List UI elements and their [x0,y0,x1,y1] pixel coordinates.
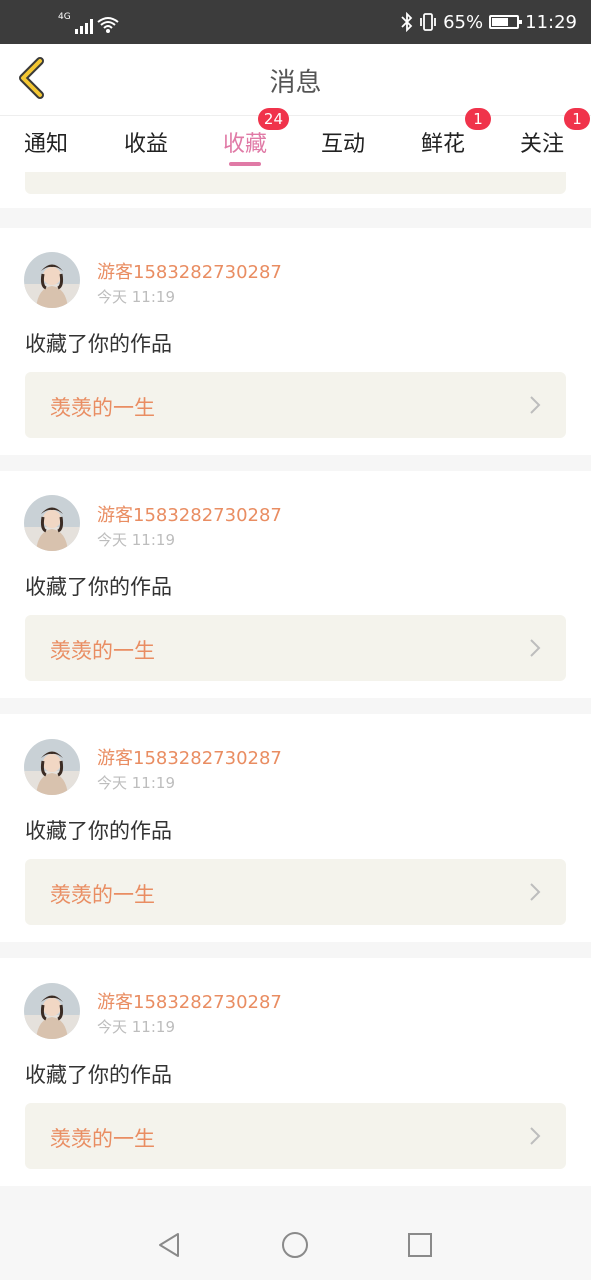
user-avatar[interactable] [24,495,80,551]
chevron-right-icon [530,396,541,414]
work-card[interactable]: 羡羡的一生 [25,615,566,681]
chevron-right-icon [530,1127,541,1145]
wifi-icon [97,17,119,33]
status-right: 65% 11:29 [401,0,577,44]
tab-label: 收益 [124,132,169,157]
tab-follow[interactable]: 关注 1 [520,108,591,158]
action-text: 收藏了你的作品 [25,575,172,599]
triangle-back-icon[interactable] [154,1230,184,1260]
user-avatar[interactable] [24,252,80,308]
signal-area: 4G [58,10,119,34]
user-avatar[interactable] [24,739,80,795]
unread-badge: 1 [465,108,492,130]
battery-percent: 65% [443,11,484,33]
username[interactable]: 游客1583282730287 [97,501,282,527]
work-title: 羡羡的一生 [50,639,155,663]
chevron-right-icon [530,883,541,901]
clock: 11:29 [525,11,577,33]
action-text: 收藏了你的作品 [25,332,172,356]
chevron-right-icon [530,639,541,657]
tab-favorites[interactable]: 收藏 24 [223,108,290,166]
unread-badge: 24 [257,108,290,130]
tab-label: 通知 [24,132,69,157]
username[interactable]: 游客1583282730287 [97,258,282,284]
signal-icon [74,18,93,34]
bluetooth-icon [401,12,413,32]
list-item: 游客1583282730287 今天 11:19 收藏了你的作品 羡羡的一生 [0,471,591,698]
tab-label: 收藏 [223,132,268,157]
tab-label: 关注 [520,132,565,157]
network-type: 4G [58,12,71,22]
work-title: 羡羡的一生 [50,1127,155,1151]
work-card[interactable]: 羡羡的一生 [25,859,566,925]
battery-icon [489,15,523,29]
action-text: 收藏了你的作品 [25,819,172,843]
tab-bar: 通知 收益 收藏 24 互动 鲜花 1 关注 1 [0,108,591,172]
unread-badge: 1 [564,108,591,130]
work-card[interactable]: 羡羡的一生 [25,1103,566,1169]
timestamp: 今天 11:19 [97,1018,175,1036]
circle-home-icon[interactable] [280,1230,310,1260]
work-title: 羡羡的一生 [50,883,155,907]
user-avatar[interactable] [24,983,80,1039]
timestamp: 今天 11:19 [97,531,175,549]
tab-interaction[interactable]: 互动 [321,126,365,158]
page-title: 消息 [269,68,322,98]
timestamp: 今天 11:19 [97,288,175,306]
tab-notice[interactable]: 通知 [24,126,68,158]
tab-label: 互动 [321,132,366,157]
work-title: 羡羡的一生 [50,396,155,420]
tab-label: 鲜花 [421,132,466,157]
work-card-partial[interactable] [25,172,566,194]
timestamp: 今天 11:19 [97,774,175,792]
active-tab-indicator [229,162,262,166]
list-item: 游客1583282730287 今天 11:19 收藏了你的作品 羡羡的一生 [0,714,591,942]
square-recent-icon[interactable] [405,1230,435,1260]
vibrate-icon [420,13,437,31]
list-item: 游客1583282730287 今天 11:19 收藏了你的作品 羡羡的一生 [0,958,591,1186]
username[interactable]: 游客1583282730287 [97,988,282,1014]
work-card[interactable]: 羡羡的一生 [25,372,566,438]
header: 消息 [0,44,591,116]
status-bar: 4G 65% 11:29 [0,0,591,44]
list-item-partial [0,172,591,208]
tab-flowers[interactable]: 鲜花 1 [421,108,492,158]
tab-earnings[interactable]: 收益 [124,126,168,158]
system-nav-bar [0,1210,591,1280]
username[interactable]: 游客1583282730287 [97,744,282,770]
list-item: 游客1583282730287 今天 11:19 收藏了你的作品 羡羡的一生 [0,228,591,455]
action-text: 收藏了你的作品 [25,1063,172,1087]
